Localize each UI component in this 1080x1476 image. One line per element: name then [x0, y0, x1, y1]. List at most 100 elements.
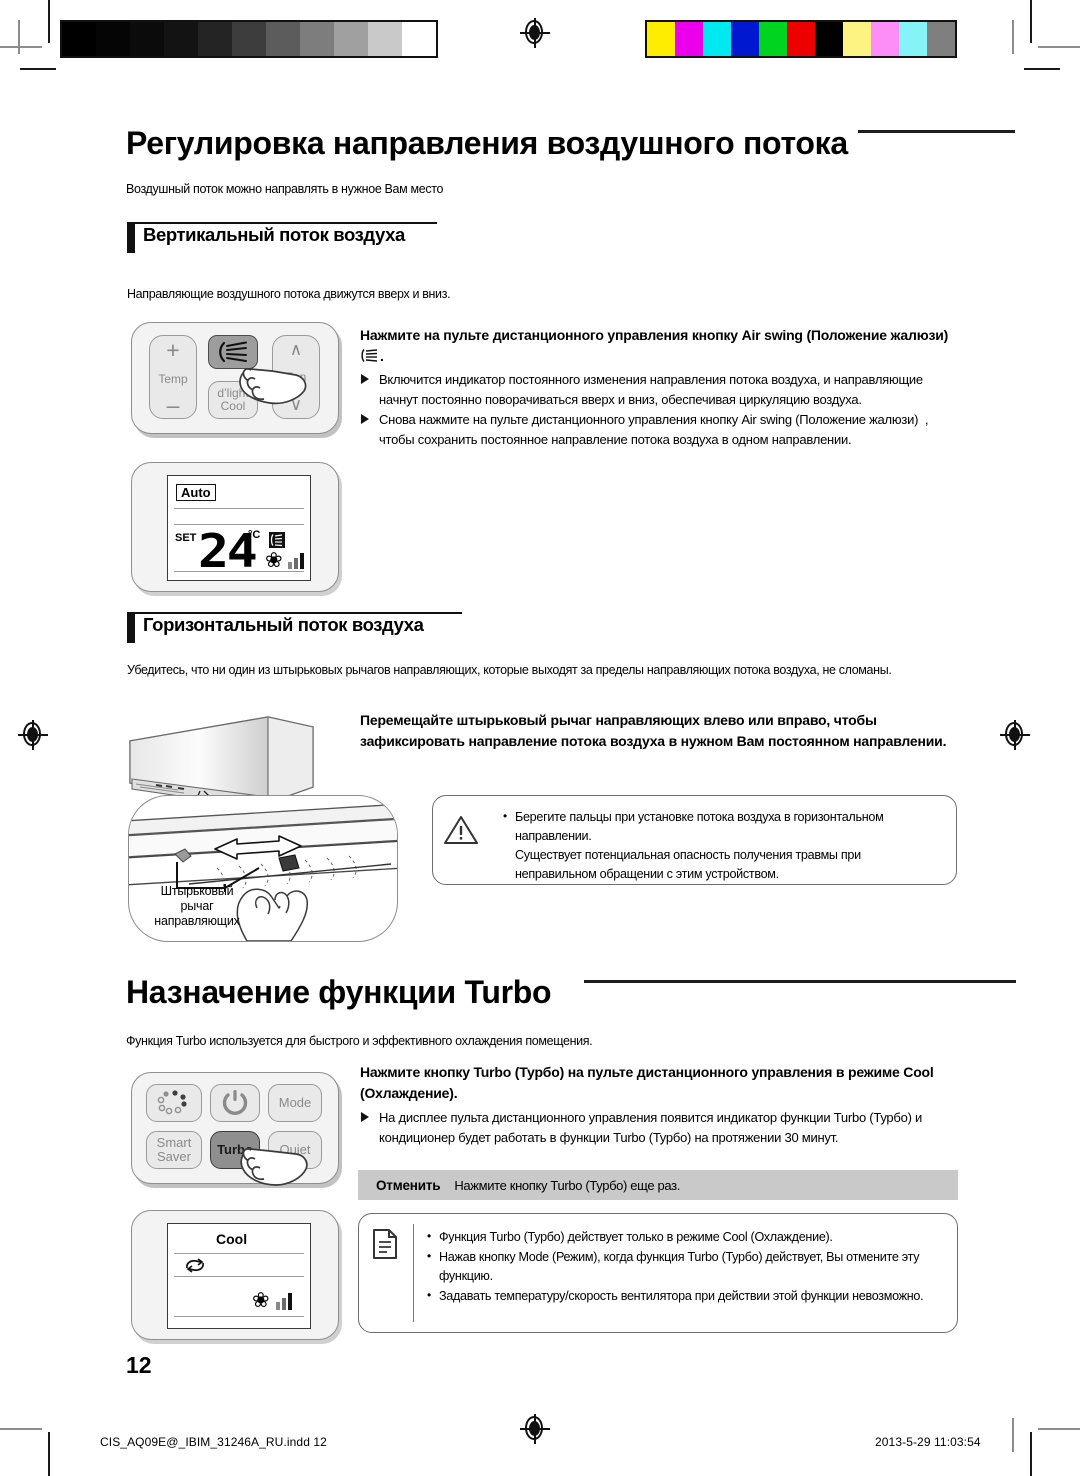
vertical-airflow-intro: Направляющие воздушного потока движутся … — [127, 287, 451, 301]
lcd-fan-level-bars — [276, 1292, 292, 1310]
note-item: Задавать температуру/скорость вентилятор… — [425, 1286, 945, 1306]
caution-item: Берегите пальцы при установке потока воз… — [501, 807, 941, 846]
horizontal-airflow-marker — [127, 613, 135, 643]
caution-item-text: Существует потенциальная опасность получ… — [515, 848, 861, 881]
power-button[interactable] — [210, 1084, 260, 1122]
vertical-airflow-bullets: Включится индикатор постоянного изменени… — [360, 370, 960, 450]
page-number: 12 — [126, 1352, 152, 1378]
fan-down-label: ∨ — [289, 395, 303, 414]
lcd-screen-airswing: Auto SET 24 °C ❀ — [167, 475, 311, 581]
lcd-panel-airswing: Auto SET 24 °C ❀ — [131, 462, 339, 592]
lcd-line-1 — [174, 508, 304, 510]
section2-intro: Функция Turbo используется для быстрого … — [126, 1034, 593, 1048]
good-sleep-button[interactable] — [146, 1084, 202, 1122]
lcd-temperature-value: 24 — [198, 524, 258, 578]
warning-triangle-icon — [444, 816, 478, 844]
caution-box: Берегите пальцы при установке потока воз… — [432, 795, 957, 885]
temp-plus-label: + — [166, 337, 180, 363]
lcd-panel-turbo: Cool ❀ — [131, 1210, 339, 1340]
remote-control-turbo[interactable]: Mode Smart Saver Turbo Quiet — [131, 1072, 339, 1186]
horizontal-airflow-heading-group: Горизонтальный поток воздуха — [127, 612, 462, 646]
fan-up-label: ∧ — [289, 340, 303, 359]
lcd-auto-badge: Auto — [176, 484, 216, 501]
lcd-temperature-unit: °C — [248, 529, 261, 541]
note-item-text: Задавать температуру/скорость вентилятор… — [439, 1289, 924, 1303]
dlight-cool-label: d’light Cool — [217, 386, 249, 413]
vertical-airflow-instruction: Нажмите на пульте дистанционного управле… — [360, 325, 960, 367]
section1-title-rule — [858, 130, 1015, 133]
lcd-line-1 — [174, 1253, 304, 1255]
air-swing-icon — [219, 341, 247, 363]
triangle-bullet-icon — [361, 414, 369, 424]
list-item-text: Снова нажмите на пульте дистанционного у… — [379, 412, 929, 447]
dlight-cool-button[interactable]: d’light Cool — [208, 381, 258, 419]
vertical-airflow-instruction-text: Нажмите на пульте дистанционного управле… — [360, 327, 949, 343]
caution-item: Существует потенциальная опасность получ… — [501, 846, 941, 884]
smart-saver-button[interactable]: Smart Saver — [146, 1131, 202, 1169]
lcd-line-2 — [174, 1276, 304, 1278]
temp-text-label: Temp — [158, 372, 188, 386]
footer-timestamp: 2013-5-29 11:03:54 — [875, 1435, 981, 1449]
vertical-airflow-heading: Вертикальный поток воздуха — [143, 224, 405, 245]
vertical-airflow-heading-group: Вертикальный поток воздуха — [127, 222, 437, 256]
list-item-text: Включится индикатор постоянного изменени… — [379, 372, 923, 407]
fan-button[interactable]: ∧ Fan ∨ — [272, 335, 320, 419]
turbo-bullets: На дисплее пульта дистанционного управле… — [360, 1108, 960, 1148]
horizontal-airflow-heading: Горизонтальный поток воздуха — [143, 614, 424, 635]
caution-item-text: Берегите пальцы при установке потока воз… — [515, 810, 884, 843]
lcd-line-3 — [174, 1316, 304, 1318]
remote-control-airswing[interactable]: + Temp – d’light Cool ∧ Fan ∨ — [131, 322, 339, 434]
lcd-fan-icon: ❀ — [265, 549, 283, 572]
lcd-cool-label: Cool — [216, 1231, 248, 1247]
note-document-icon — [373, 1229, 397, 1259]
note-box: Функция Turbo (Турбо) действует только в… — [358, 1213, 958, 1333]
section2-title-rule — [584, 980, 1016, 983]
section2-title: Назначение функции Turbo — [126, 974, 552, 1010]
lcd-line-3 — [174, 571, 304, 573]
smart-saver-label: Smart Saver — [156, 1135, 192, 1164]
list-item: Снова нажмите на пульте дистанционного у… — [360, 410, 960, 449]
mode-label: Mode — [278, 1095, 312, 1110]
manual-page: Регулировка направления воздушного поток… — [0, 0, 1080, 1476]
section1-intro: Воздушный поток можно направлять в нужно… — [126, 182, 444, 196]
cancel-text: Нажмите кнопку Turbo (Турбо) еще раз. — [454, 1177, 681, 1193]
good-sleep-dots-icon — [157, 1090, 187, 1115]
mode-button[interactable]: Mode — [268, 1084, 322, 1122]
vertical-airflow-instruction-tail: . — [380, 348, 384, 364]
note-divider — [413, 1224, 415, 1322]
list-item: Включится индикатор постоянного изменени… — [360, 370, 960, 409]
turbo-instruction: Нажмите кнопку Turbo (Турбо) на пульте д… — [360, 1064, 934, 1101]
list-item: На дисплее пульта дистанционного управле… — [360, 1108, 960, 1147]
footer-file-name: CIS_AQ09E@_IBIM_31246A_RU.indd 12 — [100, 1435, 327, 1449]
air-swing-inline-icon — [361, 349, 378, 362]
quiet-label: Quiet — [279, 1142, 311, 1157]
lcd-fan-icon: ❀ — [252, 1289, 270, 1312]
air-swing-button[interactable] — [208, 335, 258, 369]
lcd-turbo-icon — [186, 1258, 204, 1273]
lcd-set-label: SET — [175, 532, 197, 544]
note-item: Функция Turbo (Турбо) действует только в… — [425, 1227, 945, 1247]
horizontal-airflow-instruction: Перемещайте штырьковый рычаг направляющи… — [360, 712, 947, 749]
note-item: Нажав кнопку Mode (Режим), когда функция… — [425, 1247, 945, 1286]
note-item-text: Функция Turbo (Турбо) действует только в… — [439, 1230, 833, 1244]
triangle-bullet-icon — [361, 1112, 369, 1122]
lcd-screen-turbo: Cool ❀ — [167, 1223, 311, 1329]
caution-text: Берегите пальцы при установке потока воз… — [501, 807, 941, 884]
quiet-button[interactable]: Quiet — [268, 1131, 322, 1169]
turbo-button[interactable]: Turbo — [210, 1131, 260, 1169]
vertical-airflow-marker — [127, 223, 135, 253]
temp-minus-label: – — [166, 392, 180, 418]
power-icon — [222, 1090, 248, 1115]
horizontal-airflow-intro: Убедитесь, что ни один из штырьковых рыч… — [127, 663, 892, 677]
turbo-label: Turbo — [217, 1142, 253, 1157]
temp-button[interactable]: + Temp – — [149, 335, 197, 419]
fan-text-label: Fan — [285, 370, 307, 384]
cancel-label: Отменить — [376, 1177, 441, 1193]
lcd-fan-level-bars — [288, 552, 304, 569]
note-item-text: Нажав кнопку Mode (Режим), когда функция… — [439, 1250, 920, 1283]
triangle-bullet-icon — [361, 374, 369, 384]
cancel-instruction-bar: Отменить Нажмите кнопку Turbo (Турбо) ещ… — [358, 1170, 958, 1200]
footer-right-rule — [1012, 1418, 1014, 1452]
note-list: Функция Turbo (Турбо) действует только в… — [425, 1227, 945, 1307]
lcd-swing-icon — [269, 532, 285, 548]
